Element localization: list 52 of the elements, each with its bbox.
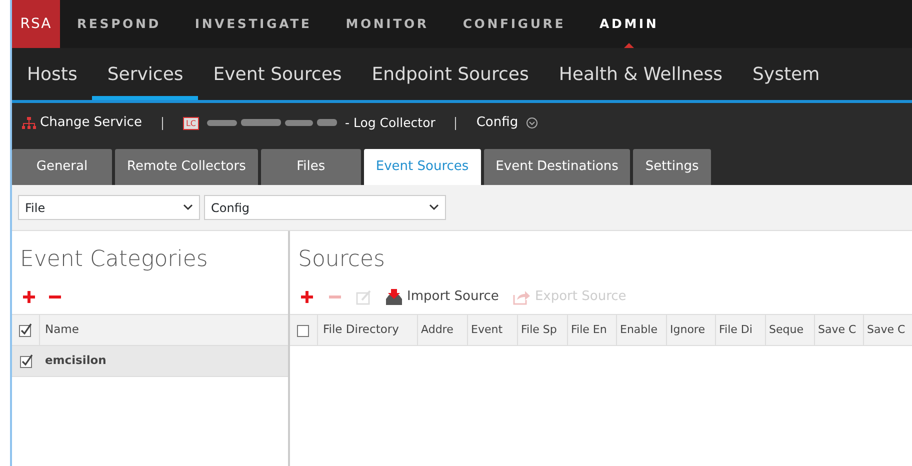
column-header[interactable]: File En [568,315,617,345]
checkbox[interactable] [19,323,32,337]
service-badge: LC [182,116,199,130]
tab[interactable]: Event Sources [364,149,481,185]
nav-tab[interactable]: INVESTIGATE [178,0,329,48]
plus-icon [22,290,36,304]
column-header[interactable]: Ignore [667,315,716,345]
plus-icon [300,290,314,304]
nav-tab[interactable]: Hosts [12,48,92,100]
caret-icon [429,204,439,211]
add-button[interactable] [300,290,314,304]
caret-icon [183,204,193,211]
nav-tab[interactable]: Health & Wellness [544,48,738,100]
checkbox[interactable] [297,323,310,337]
import-button[interactable]: Import Source [385,287,499,307]
change-service-button[interactable]: Change Service [22,113,142,133]
column-header[interactable]: File Di [716,315,766,345]
tab[interactable]: Settings [633,149,711,185]
column-header[interactable]: Addre [418,315,468,345]
nav-tab[interactable]: System [737,48,835,100]
panel-title: Sources [297,246,386,274]
column-header[interactable]: Save C [864,315,912,345]
nav-tab[interactable]: MONITOR [328,0,446,48]
import-icon [385,289,403,305]
nav-tab[interactable]: Event Sources [198,48,357,100]
panel-title: Event Categories [19,246,209,274]
add-button[interactable] [22,290,36,304]
table-row[interactable]: emcisilon [12,346,288,377]
service-name: - Log Collector [345,114,436,132]
tab[interactable]: Remote Collectors [115,149,258,185]
chevron-icon [526,117,538,129]
edit-icon [356,290,371,304]
view-dropdown[interactable]: Config [476,113,538,133]
select-field[interactable]: Config [204,195,446,220]
column-header[interactable]: Enable [617,315,667,345]
select-field[interactable]: File [18,195,200,220]
checkbox[interactable] [20,354,32,368]
column-header[interactable]: Save C [815,315,864,345]
hierarchy-icon [22,117,36,129]
column-header[interactable]: Event [468,315,518,345]
logo[interactable]: RSA [12,0,60,48]
column-header[interactable]: File Directory [318,315,418,345]
nav-tab[interactable]: ADMIN [582,0,676,48]
tab[interactable]: Files [260,149,361,185]
nav-tab[interactable]: Endpoint Sources [356,48,544,100]
column-header[interactable]: File Sp [518,315,568,345]
tab[interactable]: Event Destinations [484,149,630,185]
share-icon [512,289,531,305]
nav-tab[interactable]: RESPOND [60,0,178,48]
column-header[interactable]: Seque [766,315,815,345]
tab[interactable]: General [12,149,112,185]
nav-tab[interactable]: CONFIGURE [446,0,583,48]
